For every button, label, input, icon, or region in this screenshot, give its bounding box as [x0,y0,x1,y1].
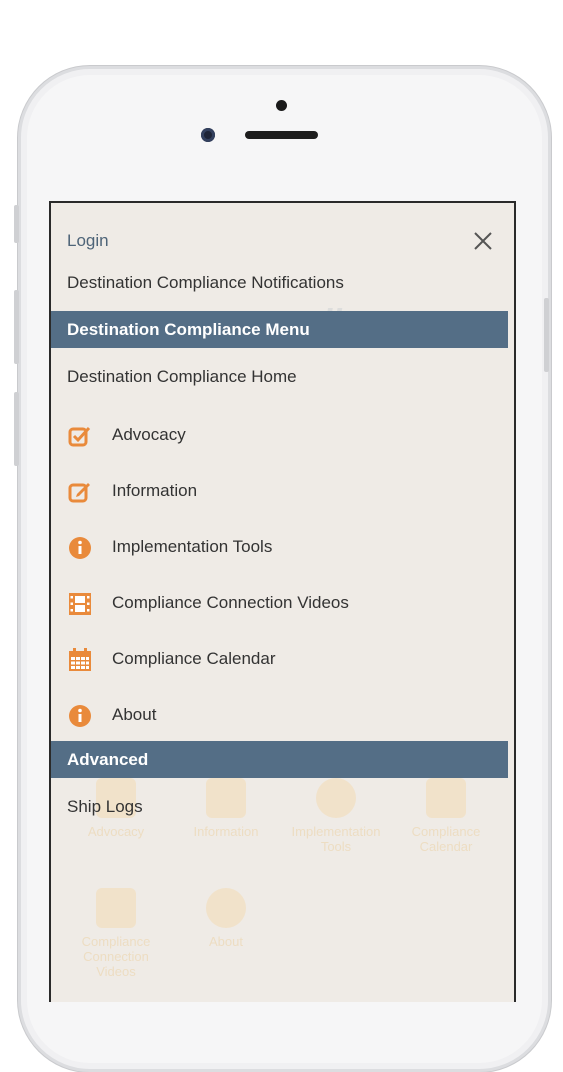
menu-item-label: Compliance Calendar [112,649,276,668]
menu-item-information[interactable]: Information [51,471,507,511]
app-screen: ompliance Advocacy Information Implement… [49,201,516,1002]
menu-item-compliance-connection-videos[interactable]: Compliance Connection Videos [51,583,507,623]
proximity-sensor [276,100,287,111]
menu-header-label: Destination Compliance Menu [67,320,310,339]
edit-icon [67,479,93,505]
notifications-label: Destination Compliance Notifications [67,273,344,292]
advanced-section-header: Advanced [51,741,508,778]
front-camera [201,128,215,142]
ship-logs-label: Ship Logs [67,797,143,816]
mute-switch [14,205,19,243]
calendar-icon [67,647,93,673]
volume-up-button [14,290,19,364]
login-label: Login [67,231,109,250]
info-icon [67,535,93,561]
menu-item-label: Compliance Connection Videos [112,593,349,612]
home-label: Destination Compliance Home [67,367,297,386]
menu-item-label: Advocacy [112,425,186,444]
advanced-header-label: Advanced [67,750,149,769]
menu-item-label: About [112,705,157,724]
menu-item-implementation-tools[interactable]: Implementation Tools [51,527,507,567]
power-button [544,298,549,372]
checkbox-icon [67,423,93,449]
earpiece-speaker [245,131,318,139]
volume-down-button [14,392,19,466]
menu-item-compliance-calendar[interactable]: Compliance Calendar [51,639,507,679]
navigation-menu: Login Destination Compliance Notificatio… [51,203,514,1002]
menu-item-label: Information [112,481,198,500]
film-icon [67,591,93,617]
menu-item-about[interactable]: About [51,695,507,735]
menu-item-advocacy[interactable]: Advocacy [51,415,507,455]
close-icon[interactable] [471,229,495,253]
menu-item-label: Implementation Tools [112,537,273,556]
menu-section-header: Destination Compliance Menu [51,311,508,348]
info-icon [67,703,93,729]
